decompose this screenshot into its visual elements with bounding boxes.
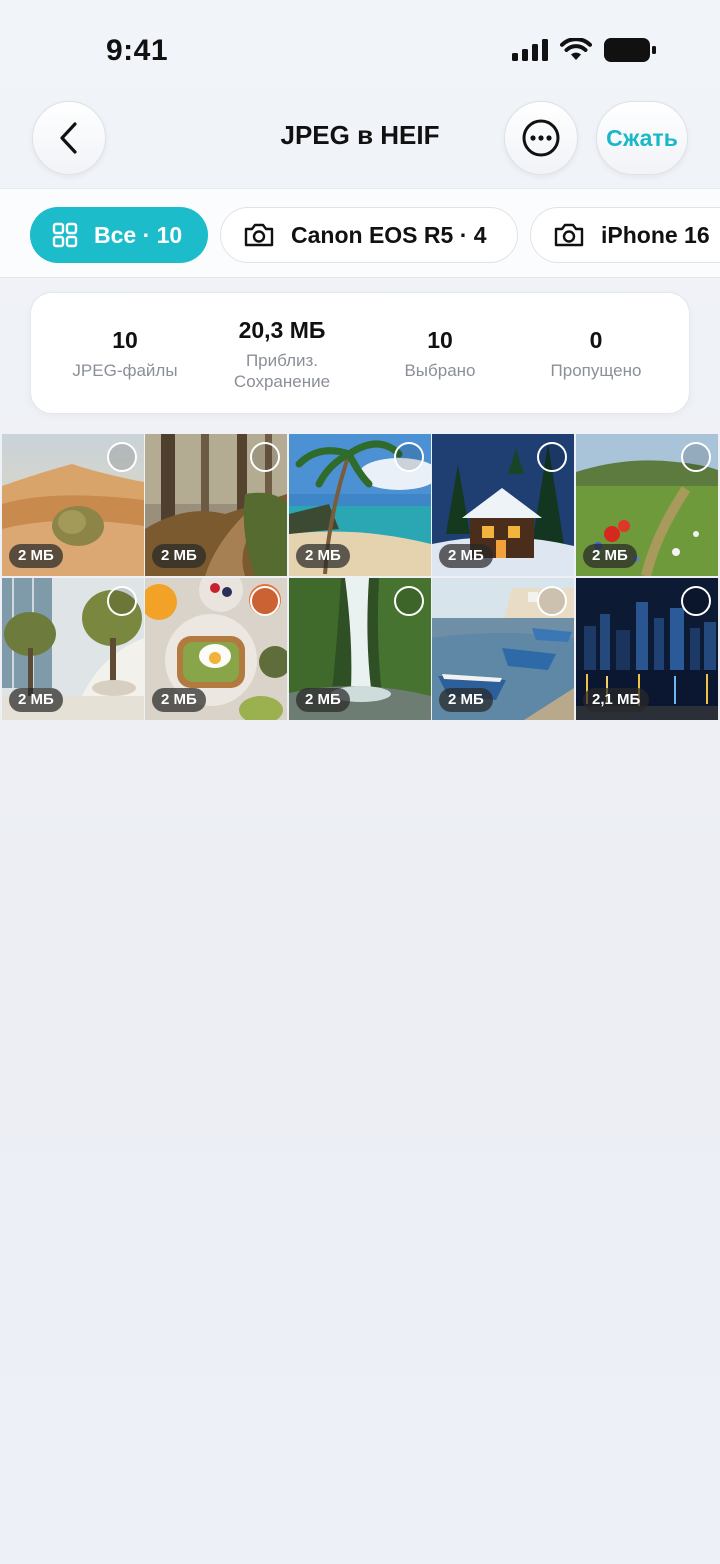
filter-chip-label: Все · 10 xyxy=(94,221,183,248)
battery-icon xyxy=(604,38,656,62)
stat-value: 10 xyxy=(427,327,453,353)
wifi-icon xyxy=(560,38,592,60)
file-size-badge: 2 МБ xyxy=(439,688,493,712)
camera-icon xyxy=(244,223,274,247)
filter-chip-label: Canon EOS R5 · 4 xyxy=(291,221,487,248)
photo-grid: 2 МБ 2 МБ 2 МБ 2 МБ 2 МБ 2 МБ 2 МБ 2 МБ … xyxy=(0,433,720,721)
select-checkbox[interactable] xyxy=(681,442,711,472)
file-size-badge: 2 МБ xyxy=(152,544,206,568)
stat-selected: 10 Выбрано xyxy=(381,293,499,415)
stat-value: 0 xyxy=(589,327,603,353)
select-checkbox[interactable] xyxy=(537,586,567,616)
select-checkbox[interactable] xyxy=(394,442,424,472)
file-size-badge: 2 МБ xyxy=(296,688,350,712)
file-size-badge: 2,1 МБ xyxy=(583,688,650,712)
status-icons xyxy=(512,38,656,62)
select-checkbox[interactable] xyxy=(537,442,567,472)
photo-tile[interactable]: 2 МБ xyxy=(2,578,144,720)
filter-chip-all[interactable]: Все · 10 xyxy=(30,207,208,263)
photo-tile[interactable]: 2 МБ xyxy=(289,578,431,720)
photo-tile[interactable]: 2 МБ xyxy=(576,434,718,576)
filter-chip-label: iPhone 16 xyxy=(601,221,710,248)
file-size-badge: 2 МБ xyxy=(152,688,206,712)
stats-card: 10 JPEG-файлы 20,3 МБ Приблиз. Сохранени… xyxy=(30,292,690,414)
nav-header: JPEG в HEIF Сжать xyxy=(0,98,720,178)
stat-value: 10 xyxy=(112,327,138,353)
stat-label: Выбрано xyxy=(404,361,476,380)
filter-bar: Все · 10 Canon EOS R5 · 4 iPhone 16 xyxy=(0,188,720,278)
file-size-badge: 2 МБ xyxy=(296,544,350,568)
stat-approx-savings: 20,3 МБ Приблиз. Сохранение xyxy=(211,293,353,415)
select-checkbox[interactable] xyxy=(681,586,711,616)
file-size-badge: 2 МБ xyxy=(583,544,637,568)
grid-icon xyxy=(52,222,78,248)
stat-jpeg-files: 10 JPEG-файлы xyxy=(61,293,189,415)
more-options-button[interactable] xyxy=(504,101,578,175)
stat-label: JPEG-файлы xyxy=(72,361,178,380)
status-time: 9:41 xyxy=(106,34,169,67)
more-horizontal-icon xyxy=(522,119,560,157)
photo-tile[interactable]: 2,1 МБ xyxy=(576,578,718,720)
file-size-badge: 2 МБ xyxy=(9,544,63,568)
photo-tile[interactable]: 2 МБ xyxy=(2,434,144,576)
file-size-badge: 2 МБ xyxy=(9,688,63,712)
select-checkbox[interactable] xyxy=(250,442,280,472)
stat-label: Пропущено xyxy=(550,361,642,380)
photo-tile[interactable]: 2 МБ xyxy=(432,434,574,576)
select-checkbox[interactable] xyxy=(250,586,280,616)
select-checkbox[interactable] xyxy=(394,586,424,616)
stat-label: Приблиз. Сохранение xyxy=(233,351,331,391)
filter-chip-iphone-16[interactable]: iPhone 16 xyxy=(530,207,720,263)
select-checkbox[interactable] xyxy=(107,586,137,616)
camera-icon xyxy=(554,223,584,247)
compress-button[interactable]: Сжать xyxy=(596,101,688,175)
photo-tile[interactable]: 2 МБ xyxy=(432,578,574,720)
status-bar: 9:41 xyxy=(0,0,720,100)
photo-tile[interactable]: 2 МБ xyxy=(145,434,287,576)
filter-chip-canon-eos-r5[interactable]: Canon EOS R5 · 4 xyxy=(220,207,518,263)
photo-tile[interactable]: 2 МБ xyxy=(289,434,431,576)
cellular-signal-icon xyxy=(512,39,548,61)
select-checkbox[interactable] xyxy=(107,442,137,472)
stat-skipped: 0 Пропущено xyxy=(531,293,661,415)
file-size-badge: 2 МБ xyxy=(439,544,493,568)
stat-value: 20,3 МБ xyxy=(238,317,326,343)
photo-tile[interactable]: 2 МБ xyxy=(145,578,287,720)
